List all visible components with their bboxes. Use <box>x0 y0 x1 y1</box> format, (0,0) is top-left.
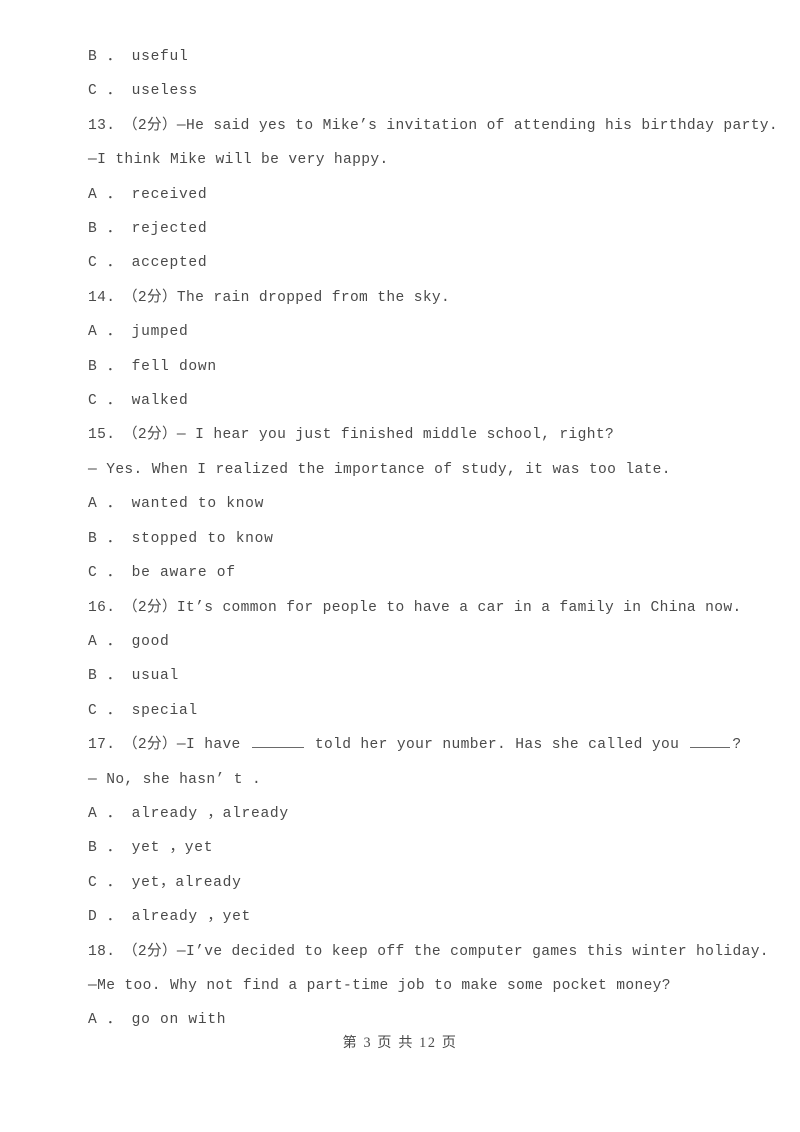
answer-option[interactable]: B ． fell down <box>88 350 712 384</box>
answer-option[interactable]: C ． special <box>88 694 712 728</box>
question-list: B ． useful C ． useless 13. （2分）—He said … <box>88 40 779 1038</box>
answer-option[interactable]: C ． accepted <box>88 246 712 280</box>
question-stem-continuation: —I think Mike will be very happy. <box>88 152 389 169</box>
question-stem: 15. （2分）— I hear you just finished middl… <box>88 427 615 444</box>
answer-option[interactable]: C ． yet，already <box>88 866 712 900</box>
question-stem: 13. （2分）—He said yes to Mike’s invitatio… <box>88 117 779 134</box>
answer-option[interactable]: B ． usual <box>88 659 712 693</box>
fill-in-blank[interactable] <box>251 733 304 749</box>
answer-option[interactable]: B ． useful <box>88 40 712 74</box>
question-stem-continuation: — Yes. When I realized the importance of… <box>88 461 671 478</box>
document-page: B ． useful C ． useless 13. （2分）—He said … <box>0 0 800 1132</box>
answer-option[interactable]: A ． wanted to know <box>88 487 712 521</box>
answer-option[interactable]: C ． useless <box>88 74 712 108</box>
fill-in-blank[interactable] <box>690 733 731 749</box>
answer-option[interactable]: C ． walked <box>88 384 712 418</box>
answer-option[interactable]: D ． already ，yet <box>88 900 712 934</box>
question-stem-continuation: —Me too. Why not find a part-time job to… <box>88 977 671 994</box>
page-footer: 第 3 页 共 12 页 <box>342 1035 458 1051</box>
answer-option[interactable]: B ． stopped to know <box>88 522 712 556</box>
question-text-middle: told her your number. Has she called you <box>305 737 689 754</box>
answer-option[interactable]: C ． be aware of <box>88 556 712 590</box>
question-stem-continuation: — No, she hasn’ t . <box>88 771 262 788</box>
question-stem: 18. （2分）—I’ve decided to keep off the co… <box>88 943 769 960</box>
question-stem: 16. （2分）It’s common for people to have a… <box>88 599 742 616</box>
question-stem: 14. （2分）The rain dropped from the sky. <box>88 289 451 306</box>
answer-option[interactable]: B ． yet ，yet <box>88 831 712 865</box>
answer-option[interactable]: A ． good <box>88 625 712 659</box>
question-text-prefix: 17. （2分）—I have <box>88 737 250 754</box>
answer-option[interactable]: B ． rejected <box>88 212 712 246</box>
answer-option[interactable]: A ． received <box>88 178 712 212</box>
question-text-suffix: ? <box>732 737 742 754</box>
answer-option[interactable]: A ． already ，already <box>88 797 712 831</box>
question-stem: 17. （2分）—I have told her your number. Ha… <box>88 728 741 762</box>
answer-option[interactable]: A ． jumped <box>88 315 712 349</box>
